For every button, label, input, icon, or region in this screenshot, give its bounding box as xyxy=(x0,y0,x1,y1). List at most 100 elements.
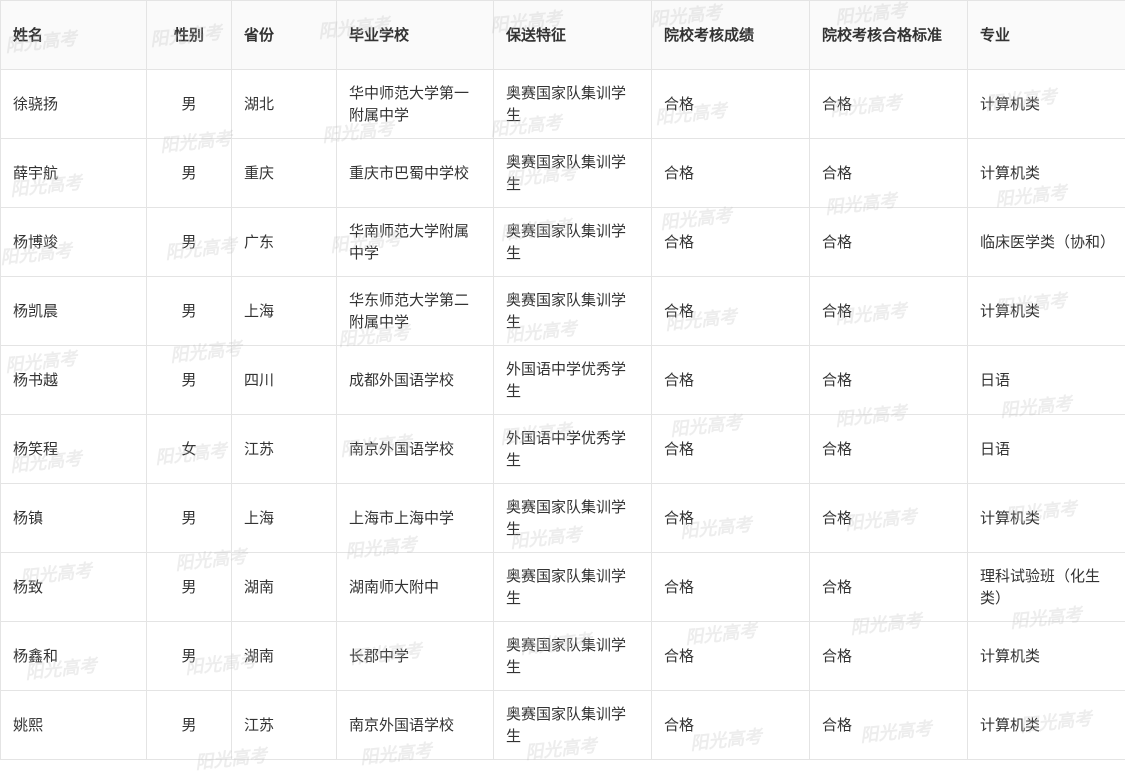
cell-standard: 合格 xyxy=(810,346,968,415)
cell-province: 江苏 xyxy=(232,415,337,484)
table-header-row: 姓名 性别 省份 毕业学校 保送特征 院校考核成绩 院校考核合格标准 专业 xyxy=(1,1,1125,70)
cell-major: 计算机类 xyxy=(968,484,1125,553)
cell-province: 四川 xyxy=(232,346,337,415)
cell-major: 日语 xyxy=(968,346,1125,415)
cell-standard: 合格 xyxy=(810,208,968,277)
cell-standard: 合格 xyxy=(810,70,968,139)
cell-standard: 合格 xyxy=(810,622,968,691)
cell-major: 计算机类 xyxy=(968,622,1125,691)
cell-feature: 奥赛国家队集训学生 xyxy=(494,70,652,139)
cell-gender: 男 xyxy=(147,139,232,208)
cell-major: 日语 xyxy=(968,415,1125,484)
table-row: 杨致男湖南湖南师大附中奥赛国家队集训学生合格合格理科试验班（化生类） xyxy=(1,553,1125,622)
cell-school: 成都外国语学校 xyxy=(337,346,494,415)
cell-province: 江苏 xyxy=(232,691,337,760)
cell-major: 计算机类 xyxy=(968,691,1125,760)
cell-standard: 合格 xyxy=(810,484,968,553)
table-row: 杨鑫和男湖南长郡中学奥赛国家队集训学生合格合格计算机类 xyxy=(1,622,1125,691)
cell-major: 计算机类 xyxy=(968,139,1125,208)
cell-score: 合格 xyxy=(652,139,810,208)
table-row: 杨博竣男广东华南师范大学附属中学奥赛国家队集训学生合格合格临床医学类（协和） xyxy=(1,208,1125,277)
cell-feature: 奥赛国家队集训学生 xyxy=(494,691,652,760)
header-standard: 院校考核合格标准 xyxy=(810,1,968,70)
cell-score: 合格 xyxy=(652,484,810,553)
cell-standard: 合格 xyxy=(810,691,968,760)
cell-score: 合格 xyxy=(652,415,810,484)
cell-province: 湖南 xyxy=(232,553,337,622)
cell-score: 合格 xyxy=(652,277,810,346)
cell-major: 计算机类 xyxy=(968,70,1125,139)
cell-feature: 奥赛国家队集训学生 xyxy=(494,277,652,346)
cell-score: 合格 xyxy=(652,691,810,760)
cell-feature: 奥赛国家队集训学生 xyxy=(494,484,652,553)
cell-gender: 女 xyxy=(147,415,232,484)
header-score: 院校考核成绩 xyxy=(652,1,810,70)
header-name: 姓名 xyxy=(1,1,147,70)
cell-feature: 外国语中学优秀学生 xyxy=(494,415,652,484)
cell-standard: 合格 xyxy=(810,553,968,622)
cell-school: 南京外国语学校 xyxy=(337,415,494,484)
cell-score: 合格 xyxy=(652,346,810,415)
cell-major: 理科试验班（化生类） xyxy=(968,553,1125,622)
cell-school: 长郡中学 xyxy=(337,622,494,691)
cell-name: 杨致 xyxy=(1,553,147,622)
cell-score: 合格 xyxy=(652,622,810,691)
cell-province: 湖北 xyxy=(232,70,337,139)
cell-feature: 奥赛国家队集训学生 xyxy=(494,208,652,277)
cell-score: 合格 xyxy=(652,208,810,277)
table-row: 杨笑程女江苏南京外国语学校外国语中学优秀学生合格合格日语 xyxy=(1,415,1125,484)
cell-name: 杨镇 xyxy=(1,484,147,553)
cell-name: 杨笑程 xyxy=(1,415,147,484)
cell-gender: 男 xyxy=(147,70,232,139)
cell-school: 南京外国语学校 xyxy=(337,691,494,760)
cell-feature: 奥赛国家队集训学生 xyxy=(494,622,652,691)
cell-name: 杨凯晨 xyxy=(1,277,147,346)
cell-gender: 男 xyxy=(147,484,232,553)
cell-standard: 合格 xyxy=(810,415,968,484)
table-row: 杨凯晨男上海华东师范大学第二附属中学奥赛国家队集训学生合格合格计算机类 xyxy=(1,277,1125,346)
cell-name: 杨书越 xyxy=(1,346,147,415)
table-row: 杨镇男上海上海市上海中学奥赛国家队集训学生合格合格计算机类 xyxy=(1,484,1125,553)
cell-gender: 男 xyxy=(147,553,232,622)
cell-score: 合格 xyxy=(652,553,810,622)
cell-province: 湖南 xyxy=(232,622,337,691)
table-row: 徐骁扬男湖北华中师范大学第一附属中学奥赛国家队集训学生合格合格计算机类 xyxy=(1,70,1125,139)
cell-school: 湖南师大附中 xyxy=(337,553,494,622)
cell-name: 薛宇航 xyxy=(1,139,147,208)
cell-standard: 合格 xyxy=(810,277,968,346)
cell-province: 广东 xyxy=(232,208,337,277)
table-row: 薛宇航男重庆重庆市巴蜀中学校奥赛国家队集训学生合格合格计算机类 xyxy=(1,139,1125,208)
cell-name: 徐骁扬 xyxy=(1,70,147,139)
cell-gender: 男 xyxy=(147,208,232,277)
admission-table: 姓名 性别 省份 毕业学校 保送特征 院校考核成绩 院校考核合格标准 专业 徐骁… xyxy=(0,0,1125,760)
cell-name: 杨鑫和 xyxy=(1,622,147,691)
cell-standard: 合格 xyxy=(810,139,968,208)
header-province: 省份 xyxy=(232,1,337,70)
cell-school: 华南师范大学附属中学 xyxy=(337,208,494,277)
table-row: 杨书越男四川成都外国语学校外国语中学优秀学生合格合格日语 xyxy=(1,346,1125,415)
cell-feature: 奥赛国家队集训学生 xyxy=(494,553,652,622)
cell-province: 重庆 xyxy=(232,139,337,208)
cell-gender: 男 xyxy=(147,277,232,346)
cell-school: 华东师范大学第二附属中学 xyxy=(337,277,494,346)
cell-province: 上海 xyxy=(232,484,337,553)
table-row: 姚熙男江苏南京外国语学校奥赛国家队集训学生合格合格计算机类 xyxy=(1,691,1125,760)
cell-gender: 男 xyxy=(147,622,232,691)
cell-major: 计算机类 xyxy=(968,277,1125,346)
cell-school: 上海市上海中学 xyxy=(337,484,494,553)
cell-feature: 奥赛国家队集训学生 xyxy=(494,139,652,208)
header-gender: 性别 xyxy=(147,1,232,70)
cell-feature: 外国语中学优秀学生 xyxy=(494,346,652,415)
cell-gender: 男 xyxy=(147,346,232,415)
cell-province: 上海 xyxy=(232,277,337,346)
cell-major: 临床医学类（协和） xyxy=(968,208,1125,277)
cell-school: 重庆市巴蜀中学校 xyxy=(337,139,494,208)
cell-score: 合格 xyxy=(652,70,810,139)
header-school: 毕业学校 xyxy=(337,1,494,70)
header-feature: 保送特征 xyxy=(494,1,652,70)
header-major: 专业 xyxy=(968,1,1125,70)
cell-name: 杨博竣 xyxy=(1,208,147,277)
cell-gender: 男 xyxy=(147,691,232,760)
cell-school: 华中师范大学第一附属中学 xyxy=(337,70,494,139)
cell-name: 姚熙 xyxy=(1,691,147,760)
